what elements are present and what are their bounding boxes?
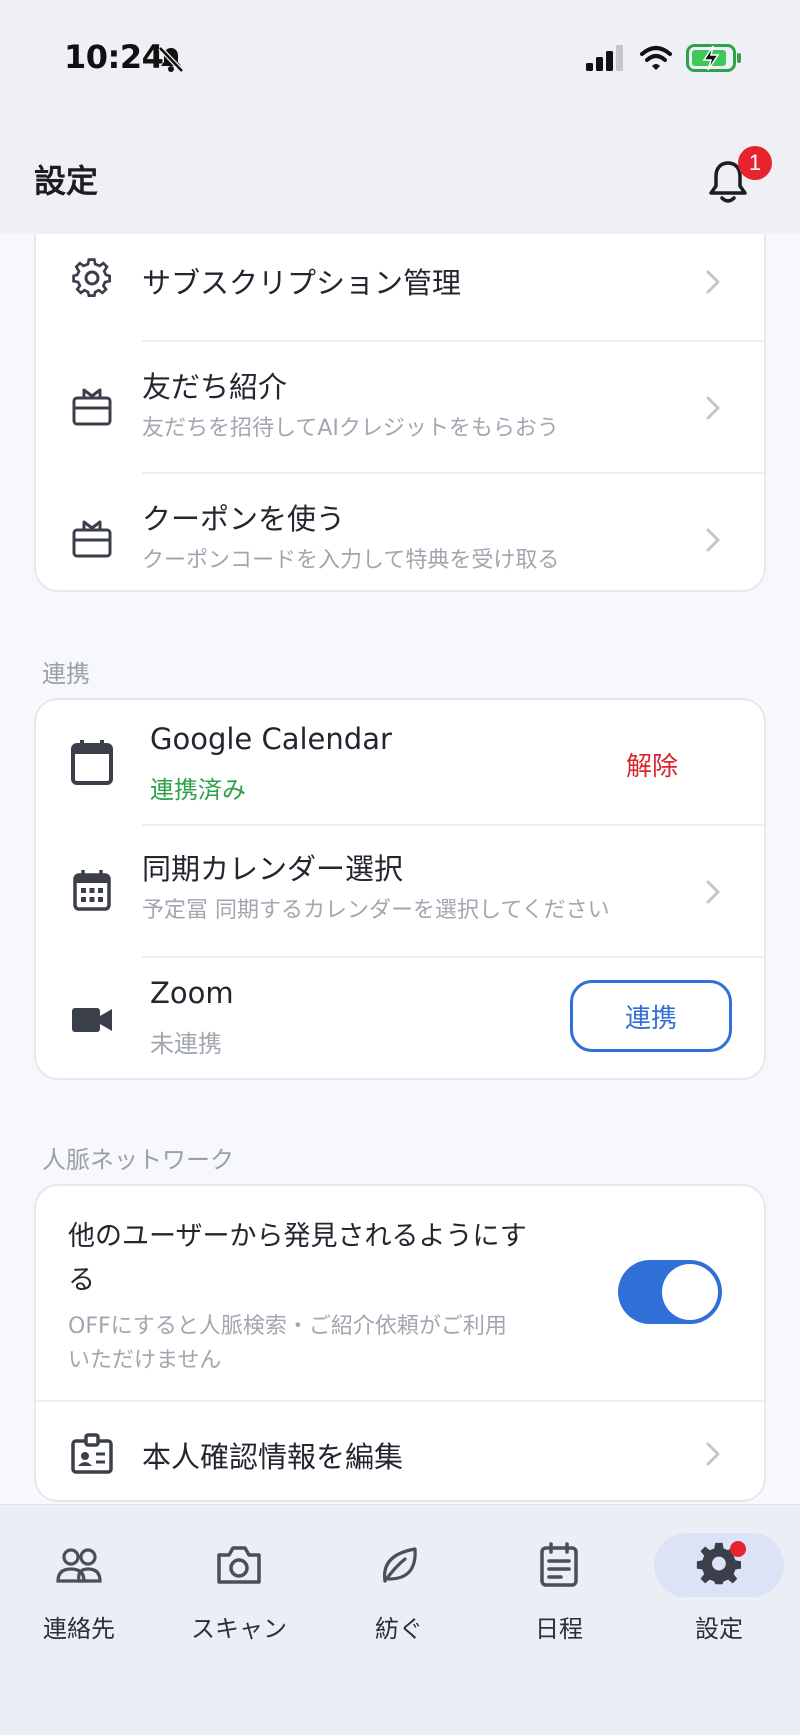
zoom-title: Zoom (150, 976, 234, 1010)
network-card: 他のユーザーから発見されるようにす る OFFにすると人脈検索・ご紹介依頼がご利… (34, 1184, 766, 1502)
app-header: 設定 1 (0, 120, 800, 234)
referral-row[interactable]: 友だち紹介 友だちを招待してAIクレジットをもらおう (36, 342, 764, 472)
discoverable-desc-line1: OFFにすると人脈検索・ご紹介依頼がご利用 (68, 1314, 507, 1339)
calendar-select-title: 同期カレンダー選択 (142, 852, 404, 886)
gear-icon (72, 258, 111, 297)
discoverable-row: 他のユーザーから発見されるようにす る OFFにすると人脈検索・ご紹介依頼がご利… (36, 1186, 764, 1400)
calendar-select-row[interactable]: 同期カレンダー選択 予定冨 同期するカレンダーを選択してください (36, 826, 764, 956)
tab-label: 紡ぐ (375, 1615, 423, 1643)
chevron-right-icon (706, 1442, 720, 1466)
disconnect-google-button[interactable]: 解除 (626, 746, 678, 783)
coupon-row[interactable]: クーポンを使う クーポンコードを入力して特典を受け取る (36, 474, 764, 590)
identity-row[interactable]: 本人確認情報を編集 (36, 1402, 764, 1500)
tab-scan[interactable]: スキャン (174, 1531, 304, 1643)
wifi-icon (640, 46, 672, 70)
camera-icon (217, 1546, 261, 1584)
gift-icon (72, 388, 112, 426)
calendar-select-subtitle: 予定冨 同期するカレンダーを選択してください (142, 898, 610, 923)
subscription-row[interactable]: サブスクリプション管理 (36, 234, 764, 340)
schedule-icon (540, 1542, 578, 1587)
account-settings-card: サブスクリプション管理 友だち紹介 友だちを招待してAIクレジットをもらおう ク… (34, 234, 766, 592)
network-section-label: 人脈ネットワーク (42, 1146, 234, 1174)
referral-title: 友だち紹介 (142, 370, 288, 404)
tab-schedule[interactable]: 日程 (494, 1531, 624, 1643)
settings-notification-dot (730, 1541, 746, 1557)
calendar-grid-icon (73, 870, 111, 911)
subscription-title: サブスクリプション管理 (142, 266, 462, 300)
chevron-right-icon (706, 396, 720, 420)
video-camera-icon (72, 1008, 112, 1032)
connect-zoom-button[interactable]: 連携 (570, 980, 732, 1052)
tab-label: スキャン (191, 1615, 287, 1643)
id-badge-icon (71, 1433, 113, 1474)
integrations-card: Google Calendar 連携済み 解除 同期カレンダー選択 予定冨 同期… (34, 698, 766, 1080)
google-calendar-title: Google Calendar (150, 722, 392, 756)
tab-label: 連絡先 (43, 1615, 115, 1643)
notification-badge: 1 (738, 146, 772, 180)
referral-subtitle: 友だちを招待してAIクレジットをもらおう (142, 416, 559, 441)
contacts-icon (56, 1548, 102, 1583)
google-calendar-status: 連携済み (150, 776, 246, 804)
status-indicators (586, 44, 742, 72)
discoverable-desc-line2: いただけません (68, 1348, 222, 1373)
tab-weave[interactable]: 紡ぐ (334, 1531, 464, 1643)
integrations-section-label: 連携 (42, 660, 90, 688)
discoverable-toggle[interactable] (618, 1260, 722, 1324)
chevron-right-icon (706, 880, 720, 904)
tab-settings[interactable]: 設定 (654, 1531, 784, 1643)
battery-charging-icon (686, 44, 741, 72)
zoom-row: Zoom 未連携 連携 (36, 958, 764, 1078)
bottom-tab-bar: 連絡先 スキャン 紡ぐ 日程 設定 (0, 1504, 800, 1735)
cellular-signal-icon (586, 45, 623, 71)
settings-scroll-area[interactable]: サブスクリプション管理 友だち紹介 友だちを招待してAIクレジットをもらおう ク… (0, 234, 800, 1504)
status-time: 10:24 (64, 38, 164, 76)
identity-title: 本人確認情報を編集 (142, 1440, 404, 1474)
coupon-title: クーポンを使う (142, 502, 346, 536)
tab-contacts[interactable]: 連絡先 (14, 1531, 144, 1643)
discoverable-title-line2: る (68, 1265, 95, 1296)
tab-label: 日程 (535, 1615, 583, 1643)
chevron-right-icon (706, 270, 720, 294)
zoom-status: 未連携 (150, 1030, 222, 1058)
toggle-knob (662, 1264, 718, 1320)
google-calendar-row: Google Calendar 連携済み 解除 (36, 700, 764, 824)
tab-label: 設定 (695, 1615, 743, 1643)
chevron-right-icon (706, 528, 720, 552)
notification-button[interactable]: 1 (706, 146, 772, 214)
calendar-icon (71, 740, 113, 785)
page-title: 設定 (34, 162, 99, 200)
status-bar: 10:24 (0, 0, 800, 120)
coupon-subtitle: クーポンコードを入力して特典を受け取る (142, 548, 560, 573)
bell-slash-icon (158, 46, 184, 73)
gift-icon (72, 520, 112, 558)
leaf-icon (382, 1547, 417, 1583)
discoverable-title-line1: 他のユーザーから発見されるようにす (68, 1221, 527, 1252)
